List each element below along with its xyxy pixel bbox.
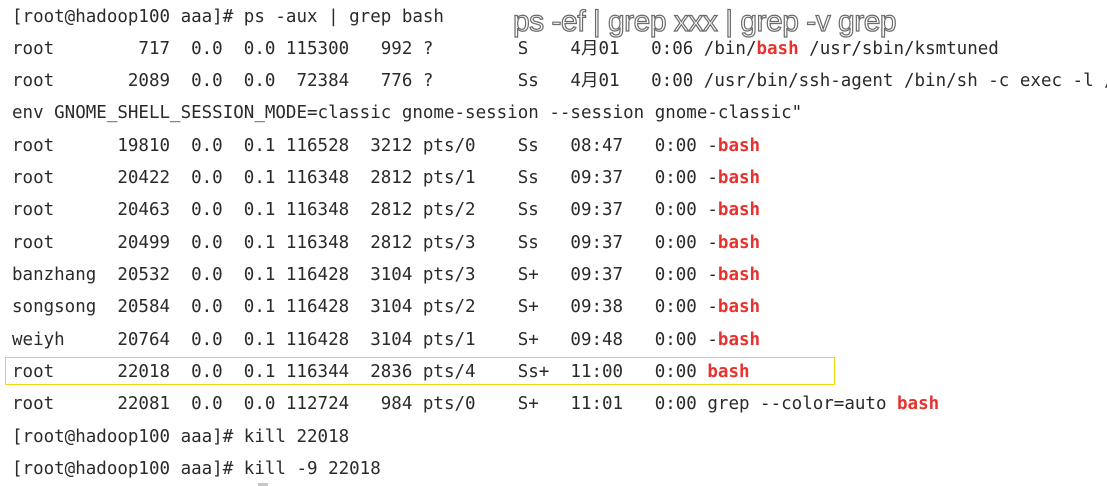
highlighted-match: bash [717,200,761,220]
highlighted-match: bash [897,394,940,414]
terminal-line: [root@hadoop100 aaa]# kill 22018 [12,423,349,451]
terminal-line: banzhang 20532 0.0 0.1 116428 3104 pts/3… [12,261,760,289]
line-text: root 20463 0.0 0.1 116348 2812 pts/2 Ss … [12,200,718,220]
terminal-window[interactable]: [root@hadoop100 aaa]# ps -aux | grep bas… [0,0,1107,486]
line-text: root 717 0.0 0.0 115300 992 ? S 4月01 0:0… [12,39,757,59]
terminal-line: env GNOME_SHELL_SESSION_MODE=classic gno… [12,99,802,127]
line-text: [root@hadoop100 aaa]# kill 22018 [12,427,350,447]
line-text: /usr/sbin/ksmtuned [798,39,999,59]
line-text: root 20499 0.0 0.1 116348 2812 pts/3 Ss … [12,233,718,253]
highlighted-match: bash [717,136,761,156]
highlighted-match: bash [717,168,761,188]
line-text: weiyh 20764 0.0 0.1 116428 3104 pts/1 S+… [12,330,718,350]
terminal-line: root 19810 0.0 0.1 116528 3212 pts/0 Ss … [12,132,760,160]
terminal-line: root 20422 0.0 0.1 116348 2812 pts/1 Ss … [12,164,760,192]
line-text: root 22081 0.0 0.0 112724 984 pts/0 S+ 1… [12,394,898,414]
line-text: root 2089 0.0 0.0 72384 776 ? Ss 4月01 0:… [12,71,1107,91]
terminal-line: [root@hadoop100 aaa]# kill -9 22018 [12,455,381,483]
line-text: env GNOME_SHELL_SESSION_MODE=classic gno… [12,103,803,123]
highlighted-match: bash [717,233,761,253]
terminal-line: weiyh 20764 0.0 0.1 116428 3104 pts/1 S+… [12,326,760,354]
line-text: root 19810 0.0 0.1 116528 3212 pts/0 Ss … [12,136,718,156]
line-text: banzhang 20532 0.0 0.1 116428 3104 pts/3… [12,265,718,285]
highlighted-match: bash [717,265,761,285]
line-text: [root@hadoop100 aaa]# kill -9 22018 [12,459,381,479]
line-text: songsong 20584 0.0 0.1 116428 3104 pts/2… [12,297,718,317]
highlighted-match: bash [756,39,799,59]
highlighted-match: bash [717,297,761,317]
terminal-line: root 20463 0.0 0.1 116348 2812 pts/2 Ss … [12,196,760,224]
terminal-line: root 22081 0.0 0.0 112724 984 pts/0 S+ 1… [12,390,939,418]
terminal-line: [root@hadoop100 aaa]# ps -aux | grep bas… [12,3,444,31]
line-text: root 20422 0.0 0.1 116348 2812 pts/1 Ss … [12,168,718,188]
highlighted-match: bash [717,330,761,350]
line-text: [root@hadoop100 aaa]# ps -aux | grep bas… [12,7,444,27]
caption-overlay: ps -ef | grep xxx | grep -v grep [512,4,897,38]
terminal-line: root 2089 0.0 0.0 72384 776 ? Ss 4月01 0:… [12,67,1107,95]
highlight-box [5,357,835,385]
terminal-line: root 20499 0.0 0.1 116348 2812 pts/3 Ss … [12,229,760,257]
terminal-line: songsong 20584 0.0 0.1 116428 3104 pts/2… [12,293,760,321]
